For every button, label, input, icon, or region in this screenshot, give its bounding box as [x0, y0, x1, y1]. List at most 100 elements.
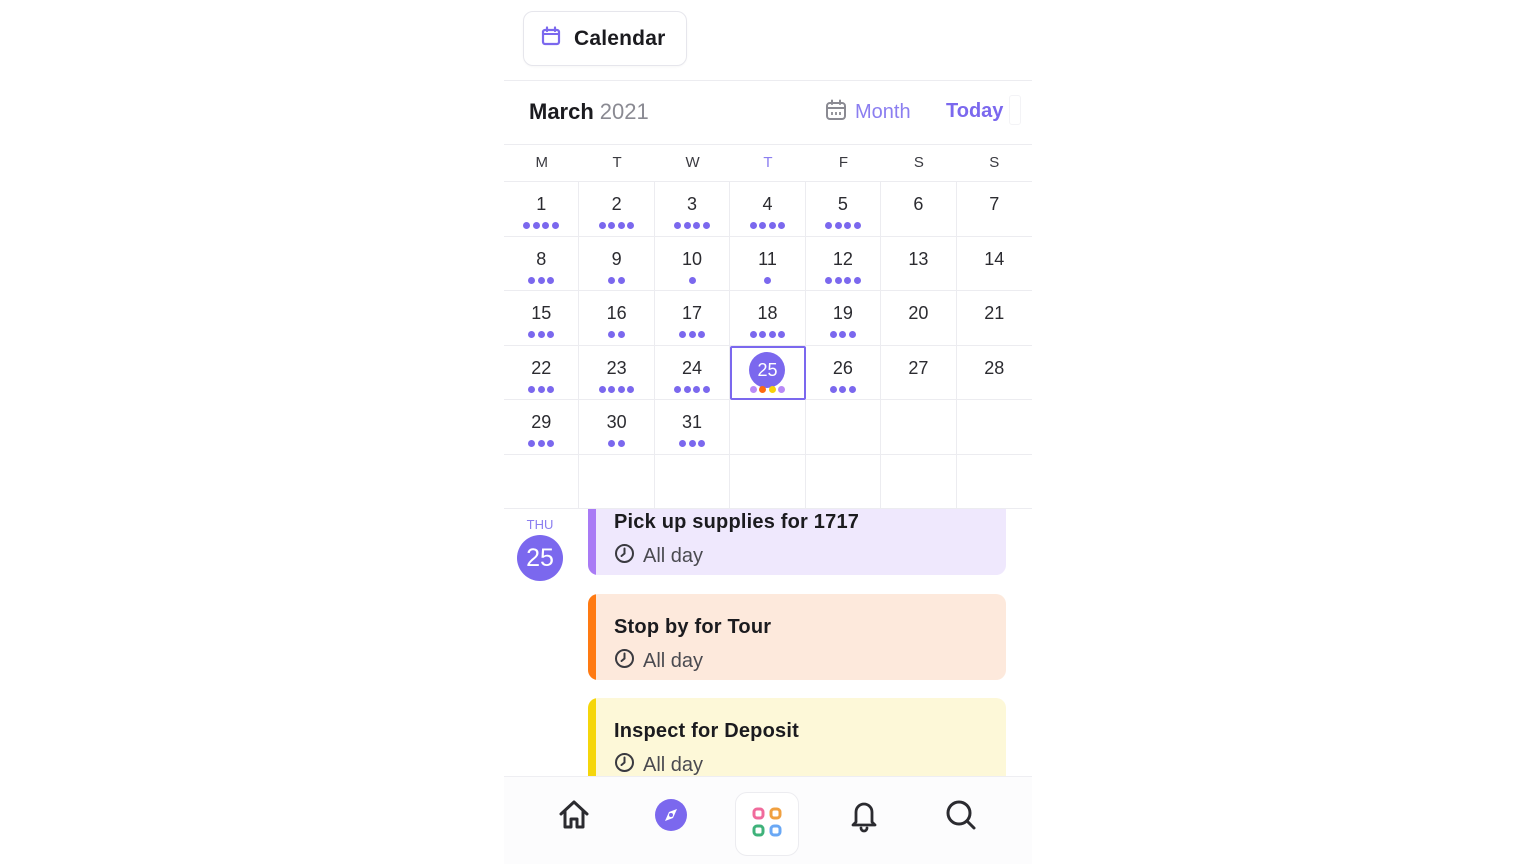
home-icon [556, 797, 592, 838]
day-cell[interactable]: 27 [881, 345, 957, 400]
day-cell[interactable]: 22 [504, 345, 580, 400]
event-dots [579, 222, 653, 229]
event-dot [551, 222, 559, 229]
nav-apps-button[interactable] [735, 792, 799, 856]
event-dot [608, 331, 616, 338]
day-number-text: 23 [606, 357, 627, 378]
day-cell[interactable]: 20 [881, 291, 957, 346]
event-dot [702, 385, 710, 393]
event-dot [825, 276, 833, 284]
event-dots [655, 440, 729, 447]
clock-icon [614, 648, 635, 675]
event-dot [598, 222, 606, 229]
day-cell[interactable]: 5 [805, 182, 882, 237]
day-cell[interactable]: 31 [654, 400, 731, 455]
event-color-bar [588, 698, 596, 776]
day-number: 22 [504, 358, 578, 379]
day-cell[interactable]: 9 [579, 236, 655, 291]
day-cell[interactable]: 30 [579, 400, 655, 455]
event-dots [655, 331, 729, 338]
event-dots [806, 276, 880, 284]
day-number: 29 [504, 412, 578, 433]
day-cell[interactable]: 29 [504, 400, 580, 455]
day-cell[interactable]: 1 [504, 182, 580, 237]
day-cell[interactable]: 15 [504, 291, 580, 346]
nav-search-button[interactable] [939, 795, 983, 839]
day-number-text: 9 [611, 248, 622, 269]
event-card[interactable]: Inspect for Deposit All day [588, 698, 1006, 776]
nav-explore-button[interactable] [649, 795, 693, 839]
event-dots [655, 222, 729, 229]
day-number: 7 [957, 194, 1032, 215]
event-dot [528, 276, 536, 284]
day-cell[interactable]: 4 [730, 182, 806, 237]
day-number: 12 [806, 249, 880, 270]
day-cell[interactable]: 8 [504, 236, 580, 291]
event-dot [759, 331, 767, 338]
event-dot [537, 440, 545, 447]
day-cell[interactable]: 12 [805, 236, 882, 291]
nav-home-button[interactable] [552, 795, 596, 839]
event-time-label: All day [643, 545, 704, 567]
event-dot [688, 276, 696, 284]
day-cell[interactable]: 17 [654, 291, 731, 346]
day-cell[interactable]: 11 [730, 236, 806, 291]
day-number-text: 19 [832, 303, 853, 323]
day-cell[interactable]: 16 [579, 291, 655, 346]
day-number-text: 25 [749, 351, 786, 388]
empty-day-cell [579, 454, 655, 509]
event-color-bar [588, 509, 596, 575]
today-button[interactable]: Today [946, 100, 1003, 123]
event-dot [683, 385, 691, 393]
day-cell[interactable]: 13 [881, 236, 957, 291]
event-card[interactable]: Stop by for Tour All day [588, 594, 1006, 680]
calendar-chip[interactable]: Calendar [523, 11, 687, 66]
day-number: 26 [806, 358, 880, 379]
day-cell[interactable]: 18 [730, 291, 806, 346]
day-cell[interactable]: 26 [805, 345, 882, 400]
day-number: 28 [957, 358, 1032, 379]
day-cell-selected[interactable]: 25 [730, 345, 806, 400]
day-number: 8 [504, 249, 578, 270]
event-title: Pick up supplies for 1717 [614, 511, 860, 533]
day-cell[interactable]: 23 [579, 345, 655, 400]
day-number-text: 14 [984, 248, 1005, 269]
day-number-text: 27 [908, 357, 929, 378]
day-cell[interactable]: 21 [956, 291, 1032, 346]
year: 2021 [599, 99, 649, 124]
day-number: 13 [881, 249, 955, 270]
day-number: 4 [730, 194, 804, 215]
day-cell[interactable]: 6 [881, 182, 957, 237]
day-cell[interactable]: 28 [956, 346, 1032, 400]
empty-day-cell [881, 400, 957, 455]
weekday-header: MTWTFSS [504, 145, 1032, 181]
day-cell[interactable]: 10 [654, 236, 731, 291]
weekday-label: W [685, 154, 700, 171]
agenda-list: THU 25 Pick up supplies for 1717 All day… [504, 509, 1032, 776]
month-grid: 1 2 3 4 5 6 7 8 9 10 11 12 13 14 15 16 17 18 19 20 21 22 23 24 2… [504, 181, 1032, 509]
calendar-grid-icon [825, 99, 847, 126]
event-dots [504, 222, 578, 229]
view-mode-toggle[interactable]: Month [825, 99, 911, 126]
day-cell[interactable]: 24 [654, 345, 731, 400]
event-dot [688, 331, 696, 338]
agenda-day-of-week: THU [526, 517, 554, 532]
day-cell[interactable]: 7 [956, 182, 1032, 237]
day-cell[interactable]: 3 [654, 182, 731, 237]
day-cell[interactable]: 19 [805, 291, 882, 346]
event-title: Stop by for Tour [614, 616, 772, 638]
event-dot [528, 385, 536, 393]
event-dot [829, 331, 837, 338]
event-dot [679, 331, 687, 338]
day-cell[interactable]: 2 [579, 182, 655, 237]
event-dot [768, 385, 776, 393]
nav-notifications-button[interactable] [842, 795, 886, 839]
event-dots [579, 276, 653, 284]
weekday-label: T [612, 154, 622, 171]
day-number: 17 [655, 303, 729, 324]
event-dot [759, 385, 767, 393]
day-number-text: 12 [832, 248, 853, 269]
day-cell[interactable]: 14 [956, 237, 1032, 291]
event-card[interactable]: Pick up supplies for 1717 All day [588, 509, 1006, 575]
event-title: Inspect for Deposit [614, 720, 799, 742]
